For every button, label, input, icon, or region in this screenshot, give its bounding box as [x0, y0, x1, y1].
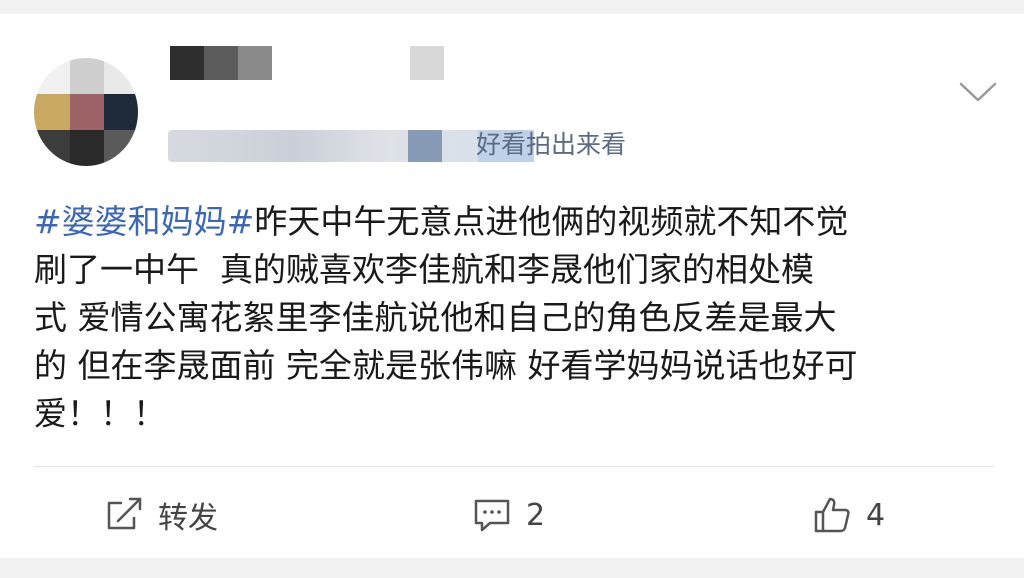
- comment-count: 2: [526, 497, 546, 533]
- weibo-post-card: 好看拍出来看 #婆婆和妈妈#昨天中午无意点进他俩的视频就不知不觉 刷了一中午 真…: [0, 14, 1024, 558]
- like-button[interactable]: 4: [812, 472, 885, 558]
- meta-text: 好看拍出来看: [476, 130, 627, 159]
- like-count: 4: [866, 497, 886, 533]
- thumbs-up-icon: [814, 497, 850, 533]
- comment-icon: [474, 499, 510, 532]
- hashtag-link[interactable]: #婆婆和妈妈#: [34, 202, 254, 241]
- action-bar: 转发 2 4: [0, 472, 1024, 558]
- comment-button[interactable]: 2: [472, 472, 545, 558]
- chevron-down-icon[interactable]: [958, 78, 998, 106]
- repost-button[interactable]: 转发: [104, 472, 218, 558]
- repost-icon: [107, 497, 142, 530]
- post-text: #婆婆和妈妈#昨天中午无意点进他俩的视频就不知不觉 刷了一中午 真的贼喜欢李佳航…: [34, 198, 994, 438]
- repost-label: 转发: [158, 501, 218, 536]
- avatar[interactable]: [34, 58, 138, 166]
- post-meta: 好看拍出来看: [168, 124, 688, 166]
- divider: [34, 466, 994, 467]
